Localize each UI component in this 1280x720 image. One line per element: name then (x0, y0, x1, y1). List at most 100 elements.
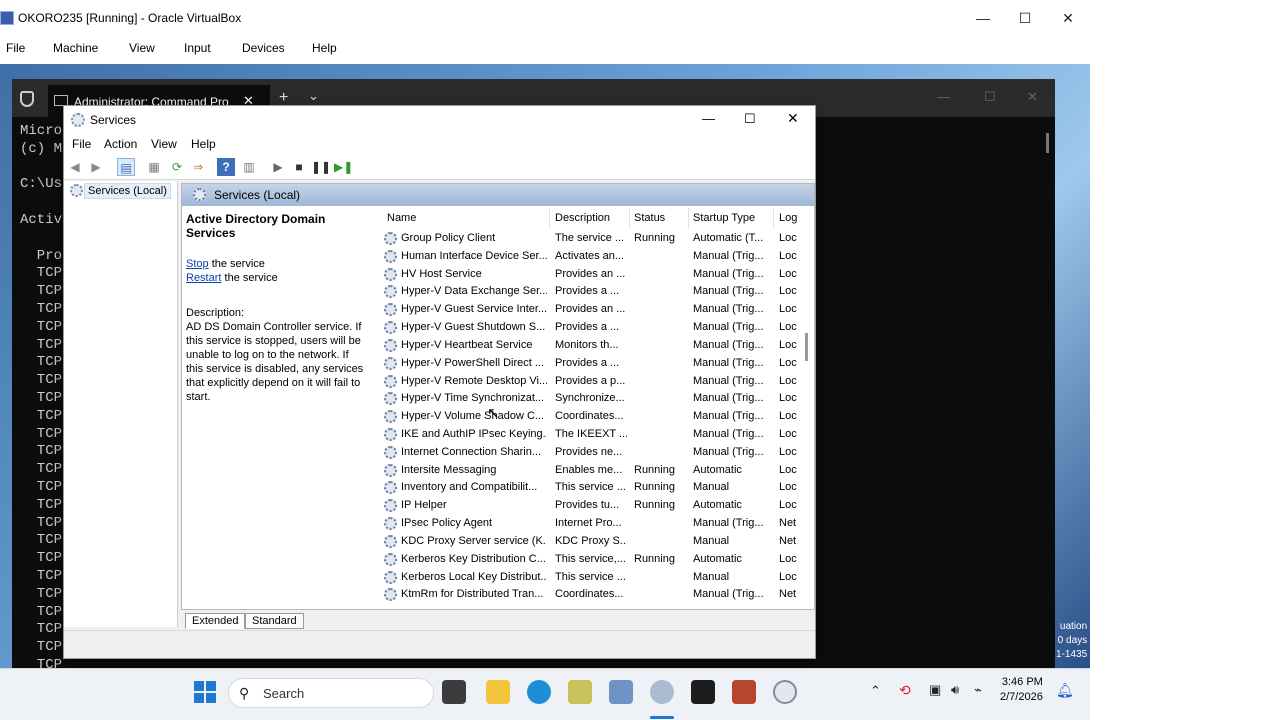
menu-file[interactable]: File (6, 41, 25, 55)
service-log-on-as: Net (779, 588, 797, 601)
table-row[interactable]: Hyper-V Remote Desktop Vi... Provides a p… (381, 373, 813, 391)
table-row[interactable]: IKE and AuthIP IPsec Keying... The IKEEXT… (381, 426, 813, 444)
security-alert-icon[interactable]: ⟲ (899, 682, 911, 699)
minimize-button[interactable]: — (969, 8, 997, 28)
taskbar-search[interactable]: ⚲ Search (228, 678, 434, 708)
menu-input[interactable]: Input (184, 41, 211, 55)
properties-icon[interactable]: ▦ (145, 158, 163, 176)
services-menu-file[interactable]: File (72, 137, 91, 151)
action-pane-icon[interactable]: ▥ (240, 158, 258, 176)
stop-service-icon[interactable]: ■ (290, 158, 308, 176)
column-divider[interactable] (549, 208, 550, 228)
restart-service-link[interactable]: Restart (186, 272, 221, 284)
column-header-name[interactable]: Name (387, 212, 416, 224)
table-row[interactable]: IPsec Policy Agent Internet Pro... Manual … (381, 515, 813, 533)
back-arrow-icon[interactable]: ◀ (66, 158, 84, 176)
column-header-status[interactable]: Status (634, 212, 665, 224)
help-icon[interactable]: ? (217, 158, 235, 176)
column-header-description[interactable]: Description (555, 212, 610, 224)
service-startup-type: Manual (Trig... (693, 374, 764, 387)
file-explorer-icon[interactable] (486, 680, 510, 704)
service-name: Hyper-V PowerShell Direct ... (401, 356, 545, 369)
system-clock[interactable]: 3:46 PM 2/7/2026 (1000, 675, 1043, 705)
column-divider[interactable] (773, 208, 774, 228)
table-row[interactable]: KtmRm for Distributed Tran... Coordinates… (381, 586, 813, 604)
terminal-taskbar-icon[interactable] (691, 680, 715, 704)
table-row[interactable]: Kerberos Local Key Distribut... This serv… (381, 569, 813, 587)
server-manager-icon[interactable] (609, 680, 633, 704)
service-gear-icon (384, 570, 397, 584)
services-menu-action[interactable]: Action (104, 137, 137, 151)
volume-icon[interactable]: 🔊︎ (951, 682, 959, 698)
services-menu-help[interactable]: Help (191, 137, 216, 151)
table-row[interactable]: Group Policy Client The service ... Runnin… (381, 230, 813, 248)
menu-machine[interactable]: Machine (53, 41, 98, 55)
services-minimize-button[interactable]: — (702, 111, 715, 126)
tree-item-services-local[interactable]: Services (Local) (84, 183, 171, 199)
restart-service-icon[interactable]: ▶❚ (334, 158, 353, 176)
start-service-icon[interactable]: ▶ (269, 158, 287, 176)
vertical-scrollbar[interactable] (805, 333, 808, 361)
notification-bell-icon[interactable]: 🔔︎ (1056, 682, 1074, 699)
tab-extended[interactable]: Extended (185, 613, 246, 629)
tools-app-icon[interactable] (568, 680, 592, 704)
column-divider[interactable] (688, 208, 689, 228)
table-row[interactable]: Inventory and Compatibilit... This servic… (381, 479, 813, 497)
stop-service-link[interactable]: Stop (186, 258, 209, 270)
export-list-icon[interactable]: ⇒ (189, 158, 207, 176)
table-row[interactable]: Hyper-V Guest Service Inter... Provides a… (381, 301, 813, 319)
tab-standard[interactable]: Standard (245, 613, 304, 629)
refresh-icon[interactable]: ⟳ (168, 158, 186, 176)
service-log-on-as: Loc (779, 392, 797, 405)
services-close-button[interactable]: ✕ (787, 110, 799, 127)
table-row[interactable]: Kerberos Key Distribution C... This servi… (381, 551, 813, 569)
table-row[interactable]: IP Helper Provides tu... Running Automatic L… (381, 497, 813, 515)
clock-app-icon[interactable] (773, 680, 797, 704)
edge-browser-icon[interactable] (527, 680, 551, 704)
close-button[interactable]: ✕ (1054, 8, 1082, 28)
service-status: Running (634, 552, 675, 565)
table-row[interactable]: HV Host Service Provides an ... Manual (Tr… (381, 266, 813, 284)
menu-help[interactable]: Help (312, 41, 337, 55)
power-icon[interactable]: ⌁ (974, 682, 982, 698)
start-button[interactable] (194, 681, 216, 703)
network-icon[interactable]: ▣ (929, 682, 941, 698)
menu-devices[interactable]: Devices (242, 41, 285, 55)
terminal-scrollbar[interactable] (1046, 133, 1049, 153)
table-row[interactable]: Hyper-V Volume Shadow C... Coordinates...… (381, 408, 813, 426)
service-name: IKE and AuthIP IPsec Keying... (401, 428, 547, 441)
task-view-icon[interactable] (442, 680, 466, 704)
forward-arrow-icon[interactable]: ▶ (87, 158, 105, 176)
table-row[interactable]: Human Interface Device Ser... Activates a… (381, 248, 813, 266)
column-header-log-on-as[interactable]: Log (779, 212, 797, 224)
table-row[interactable]: Hyper-V Heartbeat Service Monitors th... M… (381, 337, 813, 355)
terminal-maximize-button[interactable]: ☐ (984, 89, 996, 105)
toolbox-icon[interactable] (732, 680, 756, 704)
services-maximize-button[interactable]: ☐ (744, 111, 756, 127)
service-name: Inventory and Compatibilit... (401, 481, 538, 494)
table-row[interactable]: Hyper-V Guest Shutdown S... Provides a ..… (381, 319, 813, 337)
tab-dropdown-button[interactable]: ⌄ (308, 88, 319, 104)
table-row[interactable]: Hyper-V PowerShell Direct ... Provides a … (381, 355, 813, 373)
services-taskbar-icon[interactable] (650, 680, 674, 704)
pause-service-icon[interactable]: ❚❚ (311, 158, 331, 176)
service-log-on-as: Loc (779, 267, 797, 280)
column-header-startup-type[interactable]: Startup Type (693, 212, 755, 224)
restart-action-text: the service (221, 272, 278, 284)
terminal-line: TCP (20, 407, 63, 424)
table-row[interactable]: Hyper-V Time Synchronizat... Synchronize.… (381, 390, 813, 408)
table-row[interactable]: Hyper-V Data Exchange Ser... Provides a .… (381, 283, 813, 301)
chevron-up-icon[interactable]: ⌃ (870, 683, 881, 699)
services-menu-view[interactable]: View (151, 137, 177, 151)
maximize-button[interactable]: ☐ (1011, 8, 1039, 28)
table-row[interactable]: Intersite Messaging Enables me... Running A… (381, 462, 813, 480)
column-divider[interactable] (629, 208, 630, 228)
service-gear-icon (384, 588, 397, 602)
terminal-minimize-button[interactable]: — (937, 89, 950, 104)
table-row[interactable]: Internet Connection Sharin... Provides ne… (381, 444, 813, 462)
table-row[interactable]: KDC Proxy Server service (K... KDC Proxy … (381, 533, 813, 551)
service-name: Internet Connection Sharin... (401, 445, 542, 458)
terminal-close-button[interactable]: ✕ (1027, 89, 1038, 105)
console-tree-icon[interactable]: ▤ (117, 158, 135, 176)
menu-view[interactable]: View (129, 41, 155, 55)
